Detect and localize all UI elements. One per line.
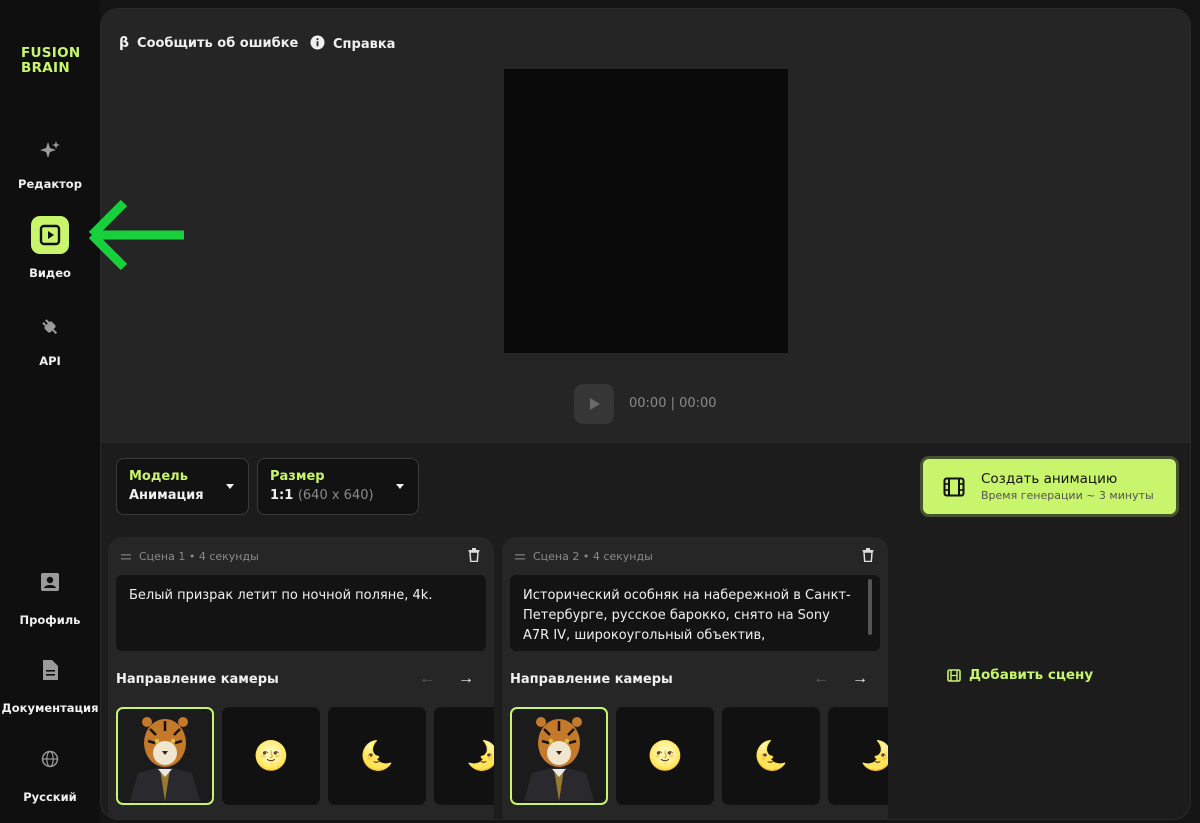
model-dropdown[interactable]: Модель Анимация xyxy=(116,458,249,515)
camera-direction-label: Направление камеры xyxy=(510,672,673,687)
chevron-down-icon xyxy=(396,484,404,489)
scene-title: Сцена 1 • 4 секунды xyxy=(139,550,259,563)
nav-label-api: API xyxy=(39,354,61,368)
moon-face-icon: 🌛 xyxy=(466,742,494,770)
main-panel: β Сообщить об ошибке Справка 00:00 | 00:… xyxy=(100,8,1191,820)
camera-option-last-quarter[interactable]: 🌜 xyxy=(328,707,426,805)
scene-header: Сцена 1 • 4 секунды xyxy=(121,550,259,563)
camera-option-full-moon[interactable]: 🌝 xyxy=(222,707,320,805)
scene-prompt-text: Исторический особняк на набережной в Сан… xyxy=(523,588,851,651)
tiger-image xyxy=(120,711,210,801)
arrow-left-annotation-icon xyxy=(88,199,184,271)
plug-icon xyxy=(31,308,69,346)
play-icon xyxy=(590,398,600,410)
tiger-image xyxy=(514,711,604,801)
video-time: 00:00 | 00:00 xyxy=(629,396,717,411)
camera-option-full-moon[interactable]: 🌝 xyxy=(616,707,714,805)
camera-option-tiger[interactable] xyxy=(510,707,608,805)
size-label: Размер xyxy=(270,469,325,484)
scene-card-1: Сцена 1 • 4 секунды Белый призрак летит … xyxy=(108,537,494,819)
moon-face-icon: 🌜 xyxy=(359,740,395,771)
help-link[interactable]: Справка xyxy=(310,35,395,54)
nav-item-video[interactable]: Видео xyxy=(0,216,100,280)
camera-option-first-quarter[interactable]: 🌛 xyxy=(434,707,494,805)
add-scene-button[interactable]: Добавить сцену xyxy=(947,667,1093,683)
fusion-brain-logo[interactable]: FUSION BRAIN xyxy=(21,46,81,76)
scene-header: Сцена 2 • 4 секунды xyxy=(515,550,653,563)
play-square-icon xyxy=(31,216,69,254)
nav-label-video: Видео xyxy=(29,266,71,280)
size-value: 1:1 xyxy=(270,488,294,503)
nav-label-profile: Профиль xyxy=(19,613,81,627)
moon-face-icon: 🌜 xyxy=(753,740,789,771)
logo-line2: BRAIN xyxy=(21,60,70,76)
nav-label-language: Русский xyxy=(23,790,77,804)
play-button[interactable] xyxy=(574,384,614,424)
logo-line1: FUSION xyxy=(21,45,81,61)
video-preview xyxy=(504,69,788,353)
user-badge-icon xyxy=(31,563,69,601)
arrow-left-icon[interactable]: ← xyxy=(419,670,435,688)
camera-option-tiger[interactable] xyxy=(116,707,214,805)
size-dropdown[interactable]: Размер 1:1 (640 x 640) xyxy=(257,458,419,515)
full-moon-face-icon: 🌝 xyxy=(647,740,683,771)
film-icon xyxy=(943,477,965,497)
scene-card-2: Сцена 2 • 4 секунды Исторический особняк… xyxy=(502,537,888,819)
model-value: Анимация xyxy=(129,488,204,503)
trash-icon[interactable] xyxy=(468,548,480,567)
sidebar: FUSION BRAIN Редактор Видео API Профиль … xyxy=(0,0,100,823)
size-value-line: 1:1 (640 x 640) xyxy=(270,488,406,503)
info-icon xyxy=(310,35,325,54)
create-animation-button[interactable]: Создать анимацию Время генерации ~ 3 мин… xyxy=(923,459,1176,514)
camera-options: 🌝 🌜 🌛 xyxy=(510,707,888,805)
moon-face-icon: 🌛 xyxy=(860,742,888,770)
add-scene-label: Добавить сцену xyxy=(969,667,1094,683)
scene-title: Сцена 2 • 4 секунды xyxy=(533,550,653,563)
globe-icon xyxy=(31,740,69,778)
camera-options: 🌝 🌜 🌛 xyxy=(116,707,494,805)
arrow-right-icon[interactable]: → xyxy=(852,670,868,688)
report-bug-link[interactable]: β Сообщить об ошибке xyxy=(119,35,298,51)
help-label: Справка xyxy=(333,37,396,52)
camera-option-last-quarter[interactable]: 🌜 xyxy=(722,707,820,805)
full-moon-face-icon: 🌝 xyxy=(253,740,289,771)
create-animation-title: Создать анимацию xyxy=(981,471,1118,487)
model-label: Модель xyxy=(129,469,188,484)
nav-label-docs: Документация xyxy=(1,701,99,715)
document-icon xyxy=(31,651,69,689)
arrow-right-icon[interactable]: → xyxy=(458,670,474,688)
nav-label-editor: Редактор xyxy=(18,177,82,191)
nav-item-language[interactable]: Русский xyxy=(0,740,100,804)
trash-icon[interactable] xyxy=(862,548,874,567)
nav-item-api[interactable]: API xyxy=(0,308,100,368)
size-detail: (640 x 640) xyxy=(297,488,374,503)
drag-handle-icon[interactable] xyxy=(515,550,525,563)
nav-item-docs[interactable]: Документация xyxy=(0,651,100,715)
nav-item-editor[interactable]: Редактор xyxy=(0,132,100,191)
report-bug-label: Сообщить об ошибке xyxy=(137,35,299,51)
camera-direction-label: Направление камеры xyxy=(116,672,279,687)
scrollbar[interactable] xyxy=(868,579,872,635)
arrow-left-icon[interactable]: ← xyxy=(813,670,829,688)
chevron-down-icon xyxy=(226,484,234,489)
nav-item-profile[interactable]: Профиль xyxy=(0,563,100,627)
film-icon xyxy=(947,668,961,682)
scene-prompt-input[interactable]: Белый призрак летит по ночной поляне, 4k… xyxy=(116,575,486,651)
scene-prompt-input[interactable]: Исторический особняк на набережной в Сан… xyxy=(510,575,880,651)
camera-option-first-quarter[interactable]: 🌛 xyxy=(828,707,888,805)
drag-handle-icon[interactable] xyxy=(121,550,131,563)
beta-icon: β xyxy=(119,35,130,51)
sparkles-icon xyxy=(31,132,69,170)
create-animation-subtitle: Время генерации ~ 3 минуты xyxy=(981,489,1154,502)
